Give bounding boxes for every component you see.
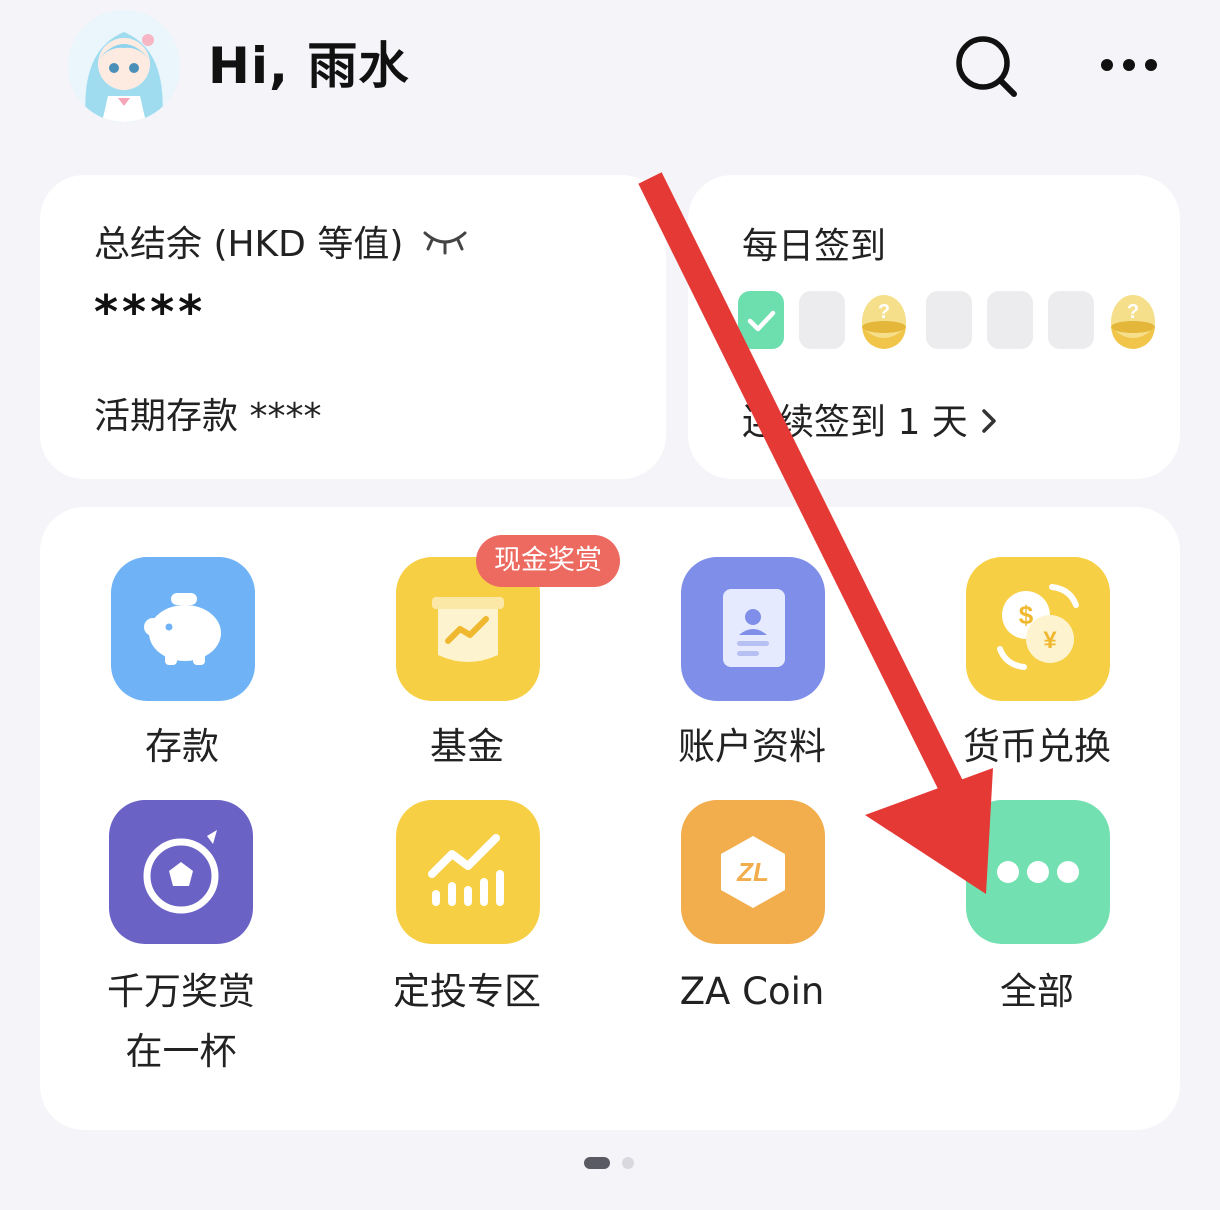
grid-label: 定投专区 (393, 970, 541, 1013)
checkin-title: 每日签到 (742, 226, 887, 267)
svg-text:ZL: ZL (736, 857, 769, 887)
streak-text: 连续签到 1 天 (742, 402, 968, 443)
grid-item-football-reward[interactable] (109, 800, 253, 944)
grid-item-fixed-investment[interactable] (396, 800, 540, 944)
grid-item-all[interactable] (966, 800, 1110, 944)
grid-label: ZA Coin (679, 970, 825, 1013)
za-coin-icon: ZL (681, 800, 825, 944)
balance-title: 总结余 (HKD 等值) (94, 224, 404, 265)
checkin-day-4 (926, 291, 972, 349)
checkin-day-1 (738, 291, 784, 349)
grid-item-za-coin[interactable]: ZL (681, 800, 825, 944)
piggy-bank-icon (111, 557, 255, 701)
grid-label: 货币兑换 (963, 725, 1111, 768)
grid-item-currency-exchange[interactable]: $ ¥ (966, 557, 1110, 701)
account-profile-icon (681, 557, 825, 701)
chevron-right-icon (982, 409, 996, 433)
balance-card[interactable]: 总结余 (HKD 等值) **** 活期存款 **** (40, 175, 666, 479)
more-dots-icon (1101, 59, 1157, 71)
eye-closed-icon[interactable] (422, 227, 468, 255)
checkin-day-6 (1048, 291, 1094, 349)
cash-reward-badge: 现金奖赏 (476, 535, 620, 587)
currency-exchange-icon: $ ¥ (966, 557, 1110, 701)
checkin-day-2 (799, 291, 845, 349)
greeting-text: Hi, 雨水 (208, 37, 410, 95)
total-balance-masked: **** (94, 285, 207, 339)
search-icon (956, 36, 1017, 97)
checkin-streak-link[interactable]: 连续签到 1 天 (742, 393, 999, 445)
check-icon (747, 310, 776, 332)
more-dots-icon (966, 800, 1110, 944)
grid-item-deposit[interactable] (111, 557, 255, 701)
grid-label: 账户资料 (678, 725, 826, 768)
svg-text:?: ? (878, 301, 890, 323)
pager-dot[interactable] (622, 1157, 634, 1169)
grid-label-line2: 在一杯 (125, 1030, 237, 1073)
daily-checkin-card[interactable]: 每日签到 ? ? 连续签到 1 天 (688, 175, 1180, 479)
grid-label: 基金 (430, 725, 504, 768)
grid-label: 存款 (145, 725, 219, 768)
deposit-line: 活期存款 **** (94, 387, 321, 439)
deposit-label: 活期存款 (94, 396, 239, 437)
mystery-egg-icon: ? (1109, 289, 1157, 351)
user-avatar[interactable] (68, 10, 180, 122)
pager-dot-active[interactable] (584, 1157, 610, 1169)
anime-girl-avatar-icon (68, 10, 180, 122)
mystery-egg-icon: ? (860, 289, 908, 351)
bar-chart-icon (396, 800, 540, 944)
checkin-day-5 (987, 291, 1033, 349)
more-menu-button[interactable] (1090, 42, 1170, 88)
svg-text:$: $ (1019, 600, 1034, 630)
grid-label: 全部 (1000, 970, 1074, 1013)
football-icon (109, 800, 253, 944)
svg-text:?: ? (1127, 301, 1139, 323)
grid-item-account-profile[interactable] (681, 557, 825, 701)
deposit-masked: **** (249, 396, 322, 437)
grid-label: 千万奖赏 (107, 970, 255, 1013)
svg-text:¥: ¥ (1043, 627, 1057, 654)
search-button[interactable] (950, 30, 1022, 102)
